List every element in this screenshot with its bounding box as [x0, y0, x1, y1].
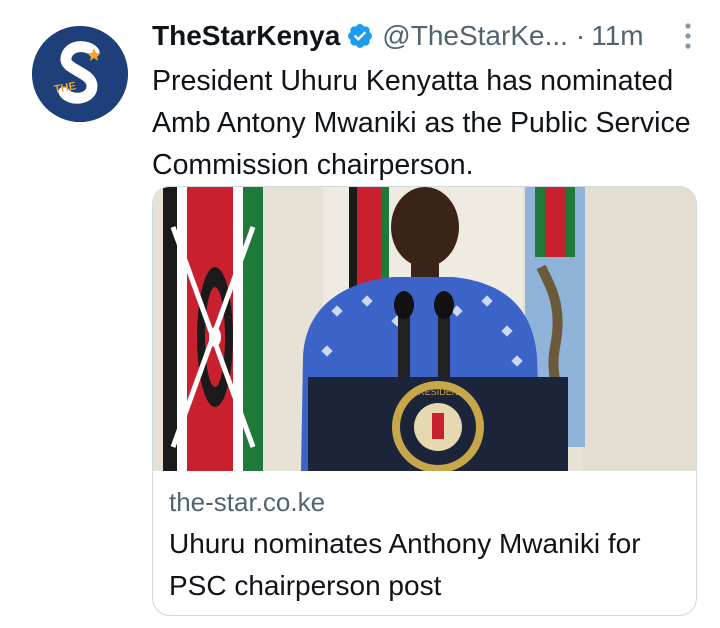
- separator-dot: ·: [575, 20, 586, 51]
- the-star-logo-icon: THE: [32, 26, 128, 122]
- author-name[interactable]: TheStarKenya: [152, 20, 340, 52]
- tweet-header: TheStarKenya @TheStarKe... · 11m: [152, 14, 698, 58]
- link-card[interactable]: PRESIDENT the-star.co.ke Uhuru nominates…: [152, 186, 697, 616]
- card-image[interactable]: PRESIDENT: [153, 187, 696, 471]
- flag-left: [163, 187, 263, 471]
- author-handle[interactable]: @TheStarKe...: [382, 20, 568, 52]
- card-domain[interactable]: the-star.co.ke: [169, 487, 325, 518]
- more-options-icon[interactable]: [682, 20, 694, 52]
- tweet-timestamp[interactable]: 11m: [591, 20, 643, 52]
- card-title[interactable]: Uhuru nominates Anthony Mwaniki for PSC …: [169, 523, 689, 607]
- avatar[interactable]: THE: [32, 26, 128, 122]
- svg-text:PRESIDENT: PRESIDENT: [412, 387, 464, 397]
- podium: PRESIDENT: [308, 377, 568, 471]
- verified-badge-icon: [348, 24, 373, 48]
- tweet-text: President Uhuru Kenyatta has nominated A…: [152, 65, 691, 181]
